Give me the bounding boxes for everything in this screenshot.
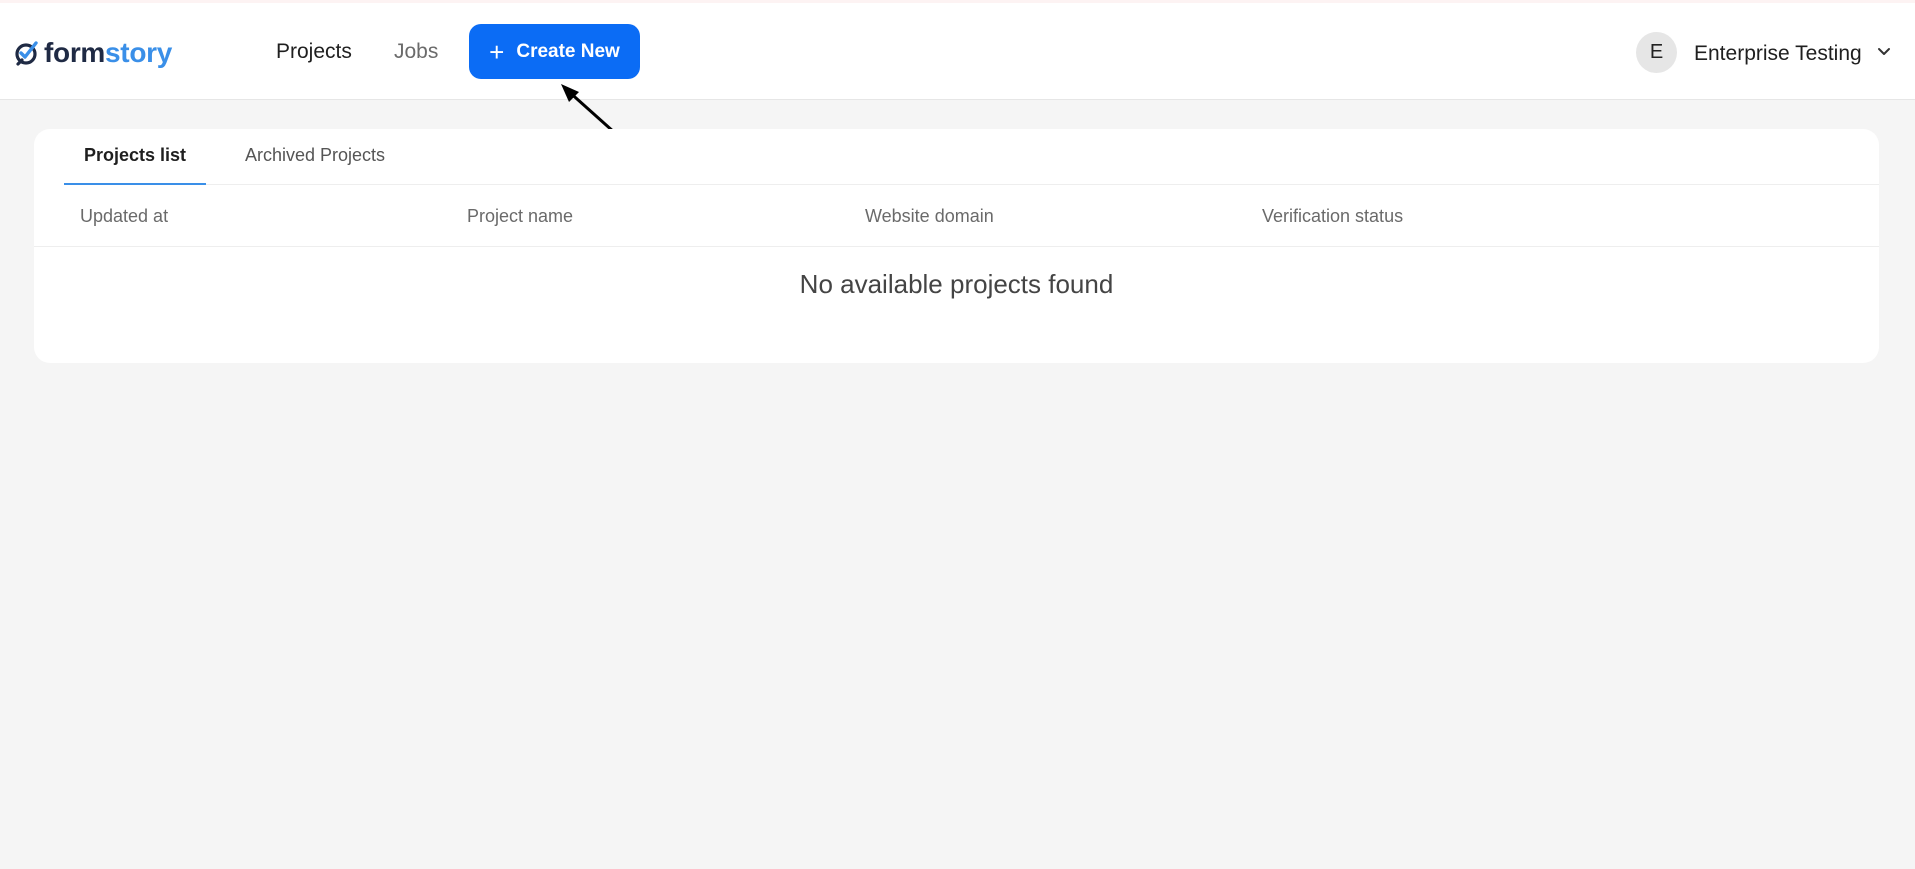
tab-archived-projects[interactable]: Archived Projects: [233, 145, 405, 185]
projects-card: Projects list Archived Projects Updated …: [34, 129, 1879, 363]
nav-projects[interactable]: Projects: [276, 40, 352, 64]
create-new-button[interactable]: + Create New: [469, 24, 640, 79]
column-header-website-domain[interactable]: Website domain: [865, 206, 994, 227]
chevron-down-icon[interactable]: [1877, 47, 1891, 57]
column-header-project-name[interactable]: Project name: [467, 206, 573, 227]
create-new-label: Create New: [516, 40, 620, 62]
column-header-updated-at[interactable]: Updated at: [80, 206, 168, 227]
avatar[interactable]: E: [1636, 32, 1677, 73]
tab-projects-list[interactable]: Projects list: [64, 145, 207, 185]
logo-check-icon: [15, 41, 38, 66]
column-header-verification-status[interactable]: Verification status: [1262, 206, 1403, 227]
org-name[interactable]: Enterprise Testing: [1694, 42, 1862, 66]
nav-jobs[interactable]: Jobs: [394, 40, 438, 64]
empty-state-message: No available projects found: [799, 269, 1114, 299]
plus-icon: +: [489, 36, 505, 67]
logo[interactable]: formstory: [14, 33, 172, 73]
logo-text: formstory: [44, 37, 173, 68]
table-header: Updated at Project name Website domain V…: [34, 185, 1879, 247]
top-navbar: formstory Projects Jobs + Create New E E…: [0, 3, 1915, 100]
tab-bar: Projects list Archived Projects: [64, 129, 1879, 185]
